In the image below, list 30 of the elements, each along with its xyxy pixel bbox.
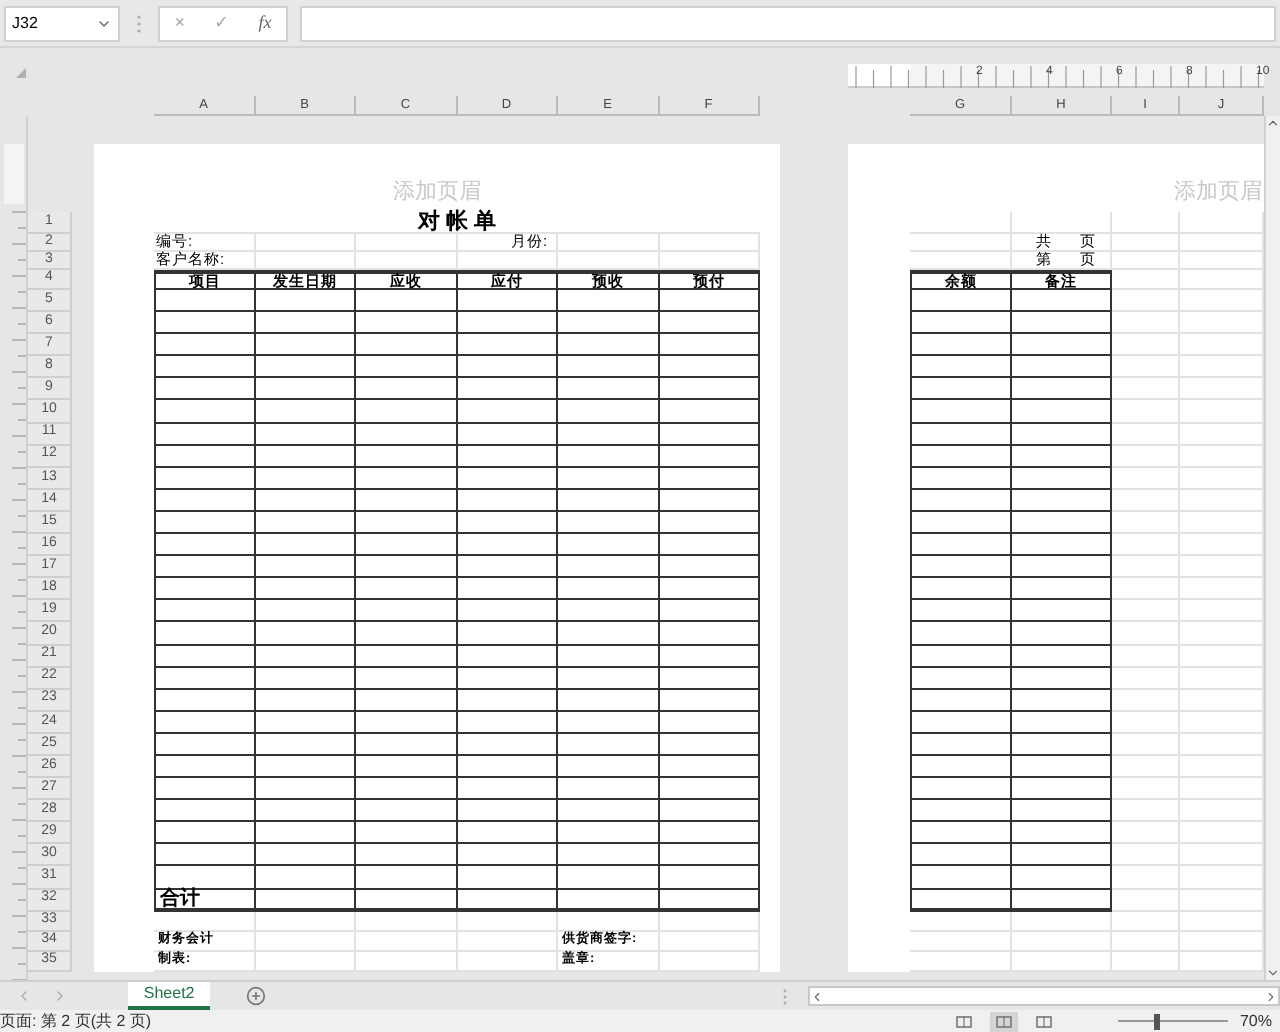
zoom-level[interactable]: 70%	[1239, 1013, 1272, 1029]
scroll-right-icon[interactable]	[1264, 989, 1278, 1003]
scroll-up-icon[interactable]	[1266, 116, 1280, 130]
grid-cell	[356, 951, 457, 972]
grid-cell	[457, 951, 558, 972]
status-text: 页面: 第 2 页(共 2 页)	[0, 1013, 152, 1029]
grid-cell	[1112, 951, 1180, 972]
grid-cell	[659, 252, 760, 270]
zoom-slider[interactable]	[1117, 1013, 1228, 1029]
grid-cell	[558, 252, 659, 270]
insert-function-button[interactable]: fx	[258, 9, 272, 37]
add-sheet-icon[interactable]	[246, 986, 267, 1006]
vertical-scrollbar[interactable]	[1264, 116, 1280, 980]
grid-cell	[1012, 951, 1112, 972]
scroll-down-icon[interactable]	[1266, 966, 1280, 980]
view-button[interactable]	[989, 1011, 1018, 1031]
formula-input[interactable]	[300, 5, 1276, 41]
select-all-icon[interactable]	[16, 67, 26, 77]
previous-sheet-icon[interactable]	[16, 988, 32, 1004]
grid-cell	[910, 951, 1012, 972]
scroll-left-icon[interactable]	[809, 989, 824, 1003]
horizontal-scrollbar[interactable]	[807, 986, 1280, 1006]
zoom-slider-thumb[interactable]	[1153, 1013, 1160, 1029]
grid-cell	[457, 252, 558, 270]
grid-cell	[255, 951, 356, 972]
grid-cell	[356, 252, 457, 270]
grid-cell	[659, 951, 760, 972]
grid-cell	[255, 252, 356, 270]
name-box[interactable]: J32	[4, 5, 120, 41]
sheet-tab[interactable]: Sheet2	[127, 982, 211, 1010]
